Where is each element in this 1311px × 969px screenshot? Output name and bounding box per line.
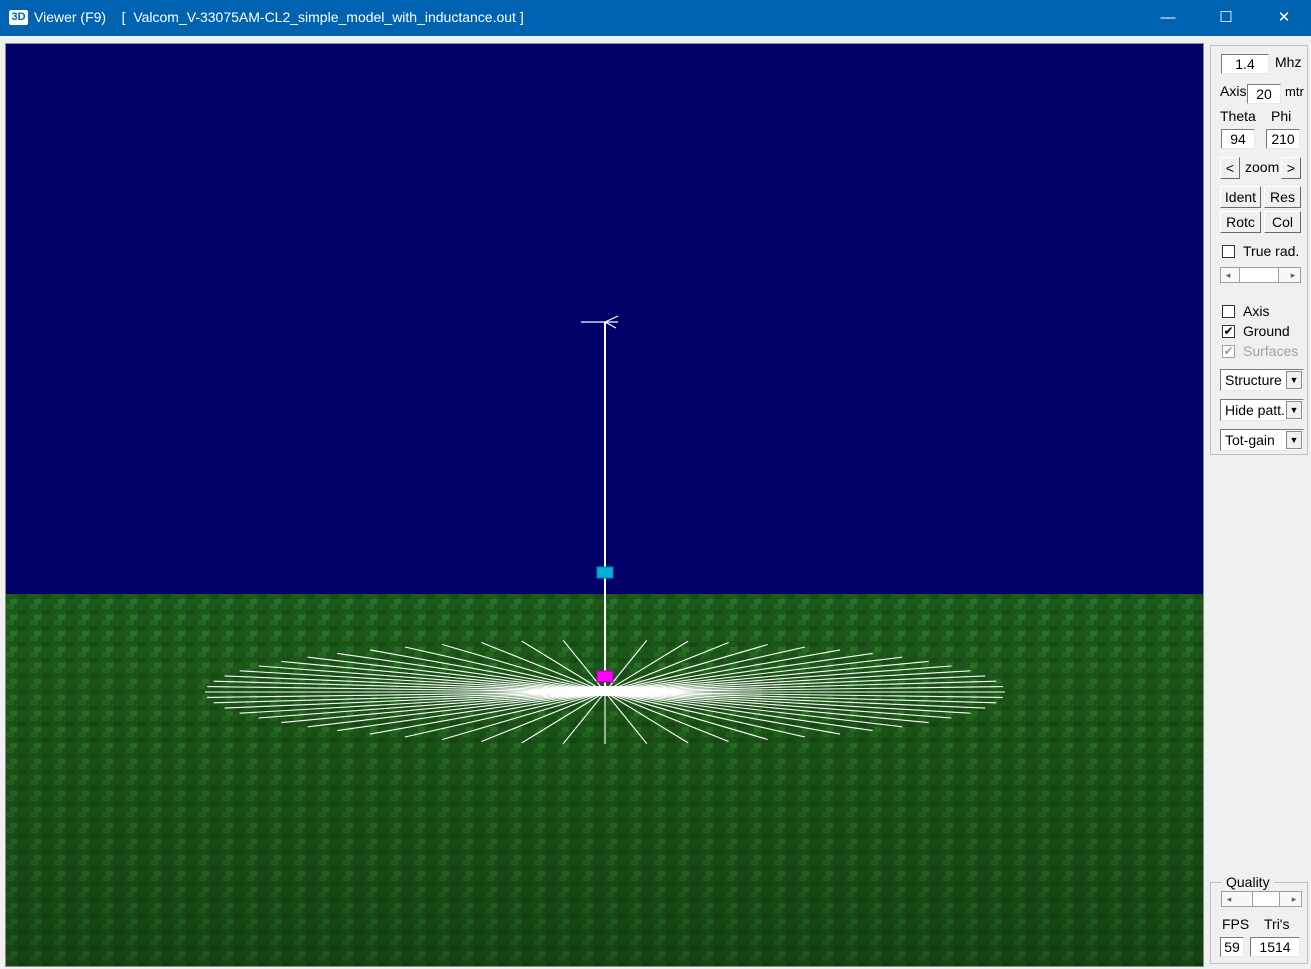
tris-value: 1514 (1250, 937, 1300, 957)
slider-left-arrow-icon[interactable]: ◂ (1221, 268, 1235, 282)
axis-length-input[interactable]: 20 (1247, 84, 1281, 104)
fps-label: FPS (1222, 916, 1250, 932)
3d-viewport[interactable] (5, 43, 1204, 967)
app-3d-icon: 3D (9, 10, 28, 25)
axis-checkbox[interactable] (1222, 305, 1235, 318)
surfaces-checkbox: ✔ (1222, 344, 1235, 358)
res-button[interactable]: Res (1264, 186, 1301, 208)
chevron-down-icon[interactable]: ▼ (1286, 431, 1302, 449)
zoom-label: zoom (1245, 159, 1280, 175)
ground-checkbox[interactable]: ✔ (1222, 325, 1235, 338)
pattern-select[interactable]: Hide patt. ▼ (1220, 399, 1304, 421)
close-button[interactable]: ✕ (1255, 0, 1311, 36)
display-mode-select[interactable]: Structure ▼ (1220, 369, 1304, 391)
quality-label: Quality (1222, 874, 1274, 890)
fps-value: 59 (1220, 937, 1244, 957)
title-bar: 3D Viewer (F9) [ Valcom_V-33075AM-CL2_si… (0, 0, 1311, 36)
col-button[interactable]: Col (1264, 211, 1301, 233)
minimize-button[interactable]: — (1139, 0, 1197, 36)
quality-group: Quality ◂ ▸ FPS Tri's 59 1514 (1210, 874, 1308, 964)
phi-label: Phi (1271, 108, 1292, 124)
true-rad-label: True rad. (1243, 243, 1300, 259)
load-inductor-marker (596, 566, 614, 579)
source-feed-marker (596, 670, 614, 683)
theta-input[interactable]: 94 (1221, 129, 1255, 149)
frequency-input[interactable]: 1.4 (1221, 54, 1269, 74)
slider-thumb[interactable] (1239, 268, 1279, 282)
display-mode-value: Structure (1225, 372, 1282, 388)
maximize-button[interactable]: ☐ (1197, 0, 1255, 36)
zoom-in-button[interactable]: > (1281, 157, 1301, 179)
rotc-button[interactable]: Rotc (1220, 211, 1261, 233)
window-title: Viewer (F9) [ Valcom_V-33075AM-CL2_simpl… (34, 9, 524, 25)
chevron-down-icon[interactable]: ▼ (1286, 371, 1302, 389)
theta-label: Theta (1220, 108, 1256, 124)
pattern-value: Hide patt. (1225, 402, 1285, 418)
slider-thumb[interactable] (1252, 892, 1280, 906)
zoom-out-button[interactable]: < (1220, 157, 1240, 179)
scene-canvas[interactable] (6, 44, 1203, 966)
axis-checkbox-label: Axis (1243, 303, 1270, 319)
ground-checkbox-label: Ground (1243, 323, 1290, 339)
tris-label: Tri's (1264, 916, 1290, 932)
ident-button[interactable]: Ident (1220, 186, 1261, 208)
axis-length-label: Axis (1220, 83, 1247, 99)
axis-unit-label: mtr (1285, 84, 1304, 99)
slider-left-arrow-icon[interactable]: ◂ (1222, 892, 1236, 906)
slider-right-arrow-icon[interactable]: ▸ (1287, 892, 1301, 906)
gain-value: Tot-gain (1225, 432, 1275, 448)
quality-slider[interactable]: ◂ ▸ (1221, 891, 1302, 907)
radial-hub (535, 686, 675, 696)
gain-select[interactable]: Tot-gain ▼ (1220, 429, 1304, 451)
phi-input[interactable]: 210 (1266, 129, 1300, 149)
true-rad-slider[interactable]: ◂ ▸ (1220, 267, 1301, 283)
control-panel: 1.4 Mhz Axis 20 mtr Theta Phi 94 210 < z… (1210, 45, 1308, 455)
slider-right-arrow-icon[interactable]: ▸ (1286, 268, 1300, 282)
chevron-down-icon[interactable]: ▼ (1286, 401, 1302, 419)
true-rad-checkbox[interactable] (1222, 245, 1235, 258)
surfaces-checkbox-label: Surfaces (1243, 343, 1299, 359)
frequency-unit-label: Mhz (1275, 54, 1302, 70)
